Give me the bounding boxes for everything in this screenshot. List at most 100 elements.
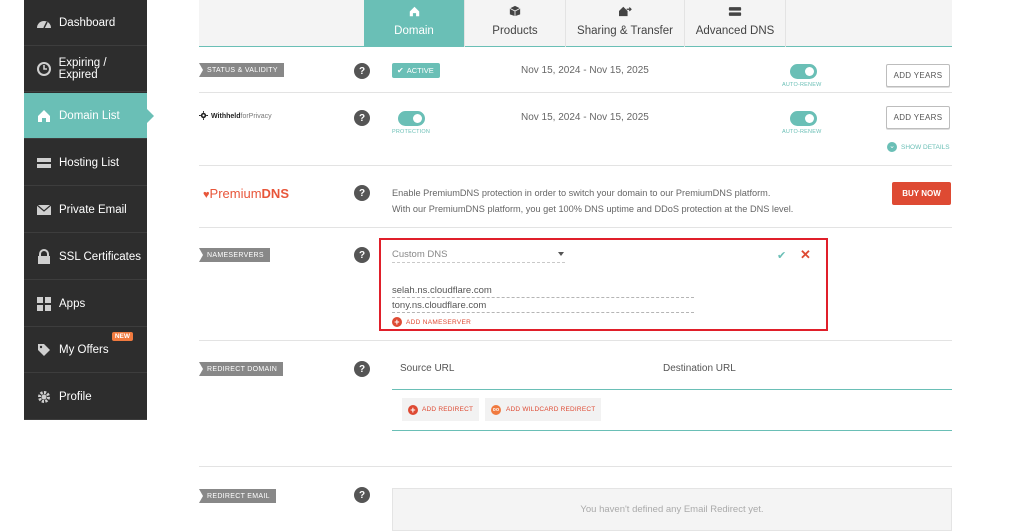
dns-type-select[interactable]: Custom DNS [392, 249, 565, 263]
auto-renew-toggle[interactable] [790, 64, 817, 79]
sidebar-item-dashboard[interactable]: Dashboard [24, 0, 147, 46]
divider [199, 165, 952, 166]
chevron-down-icon: ⌄ [887, 142, 897, 152]
add-years-button[interactable]: ADD YEARS [886, 106, 950, 129]
tab-label: Advanced DNS [695, 25, 775, 37]
add-redirect-button[interactable]: + ADD REDIRECT [402, 398, 480, 421]
validity-dates: Nov 15, 2024 - Nov 15, 2025 [521, 65, 649, 76]
toggle-knob [805, 114, 814, 123]
tab-sharing-transfer[interactable]: Sharing & Transfer [566, 0, 685, 47]
add-wildcard-label: ADD WILDCARD REDIRECT [506, 406, 596, 413]
caret-down-icon [558, 252, 564, 256]
sidebar-item-my-offers[interactable]: My Offers NEW [24, 327, 147, 373]
add-nameserver-button[interactable]: + ADD NAMESERVER [392, 317, 471, 327]
dns-type-value: Custom DNS [392, 249, 448, 260]
toggle-knob [413, 114, 422, 123]
sidebar-item-label: SSL Certificates [59, 250, 142, 263]
show-details-label: SHOW DETAILS [901, 143, 950, 151]
tab-products[interactable]: Products [465, 0, 566, 47]
sidebar-item-expiring[interactable]: Expiring / Expired [24, 46, 147, 92]
share-transfer-icon [618, 5, 632, 20]
tab-label: Products [492, 25, 538, 37]
header-underline [392, 389, 952, 390]
auto-renew-label: AUTO-RENEW [782, 82, 822, 88]
server-icon [34, 155, 54, 171]
home-icon [34, 108, 54, 124]
dashboard-gauge-icon [34, 15, 54, 31]
status-badge-label: ACTIVE [406, 66, 434, 75]
sidebar-item-profile[interactable]: Profile [24, 374, 147, 420]
help-icon[interactable]: ? [354, 247, 370, 263]
dns-server-icon [728, 6, 742, 20]
confirm-check-icon[interactable]: ✔ [777, 249, 786, 262]
nameserver-input-2[interactable]: tony.ns.cloudflare.com [392, 300, 694, 313]
check-icon: ✔ [397, 66, 404, 75]
status-badge: ✔ ACTIVE [392, 63, 440, 78]
help-icon[interactable]: ? [354, 185, 370, 201]
protection-toggle[interactable] [398, 111, 425, 126]
sidebar-item-hosting-list[interactable]: Hosting List [24, 140, 147, 186]
redirect-email-tag: REDIRECT EMAIL [199, 489, 276, 503]
privacy-dates: Nov 15, 2024 - Nov 15, 2025 [521, 112, 649, 123]
sidebar-item-label: Apps [59, 297, 86, 310]
premiumdns-logo-bold: DNS [261, 186, 289, 201]
sidebar-item-domain-list[interactable]: Domain List [24, 93, 154, 139]
premiumdns-logo-light: Premium [209, 186, 262, 201]
envelope-icon [34, 202, 54, 218]
show-details-link[interactable]: ⌄ SHOW DETAILS [887, 142, 950, 152]
sidebar-item-label: Private Email [59, 203, 127, 216]
lock-icon [34, 248, 54, 265]
help-icon[interactable]: ? [354, 63, 370, 79]
nameserver-input-1[interactable]: selah.ns.cloudflare.com [392, 285, 694, 298]
source-url-header: Source URL [400, 363, 455, 374]
sidebar-item-label: Profile [59, 390, 92, 403]
withheldforprivacy-logo: Withheld forPrivacy [199, 111, 272, 122]
sidebar-item-label: Domain List [59, 109, 120, 122]
auto-renew-label: AUTO-RENEW [782, 129, 822, 135]
auto-renew-toggle[interactable] [790, 111, 817, 126]
premiumdns-logo: ♥PremiumDNS [203, 186, 289, 201]
premiumdns-description: Enable PremiumDNS protection in order to… [392, 185, 842, 217]
tab-label: Domain [394, 25, 434, 37]
footer-underline [392, 430, 952, 431]
help-icon[interactable]: ? [354, 361, 370, 377]
privacy-logo-icon [199, 111, 208, 122]
sidebar-item-label: My Offers [59, 343, 109, 356]
tab-label: Sharing & Transfer [577, 25, 673, 37]
home-icon [409, 6, 420, 20]
premiumdns-line-1: Enable PremiumDNS protection in order to… [392, 188, 771, 198]
new-badge: NEW [111, 332, 133, 341]
wildcard-icon: oo [491, 404, 501, 415]
status-validity-tag: STATUS & VALIDITY [199, 63, 284, 77]
cancel-x-icon[interactable]: ✕ [800, 247, 811, 263]
sidebar-item-private-email[interactable]: Private Email [24, 187, 147, 233]
apps-grid-icon [34, 296, 54, 312]
help-icon[interactable]: ? [354, 487, 370, 503]
divider [199, 92, 952, 93]
redirect-domain-tag: REDIRECT DOMAIN [199, 362, 284, 376]
add-nameserver-label: ADD NAMESERVER [406, 318, 472, 326]
plus-circle-icon: + [408, 404, 418, 415]
email-redirect-empty-state: You haven't defined any Email Redirect y… [392, 488, 952, 531]
sidebar-item-apps[interactable]: Apps [24, 281, 147, 327]
sidebar-item-ssl-certificates[interactable]: SSL Certificates [24, 234, 147, 280]
protection-label: PROTECTION [392, 129, 431, 135]
clock-history-icon [34, 61, 54, 77]
add-redirect-label: ADD REDIRECT [422, 406, 474, 413]
toggle-knob [805, 67, 814, 76]
add-wildcard-redirect-button[interactable]: oo ADD WILDCARD REDIRECT [485, 398, 602, 421]
box-icon [509, 5, 521, 20]
tab-advanced-dns[interactable]: Advanced DNS [685, 0, 786, 47]
help-icon[interactable]: ? [354, 110, 370, 126]
tag-icon [34, 342, 54, 358]
add-years-button[interactable]: ADD YEARS [886, 64, 950, 87]
divider [199, 466, 952, 467]
empty-state-text: You haven't defined any Email Redirect y… [580, 504, 764, 515]
buy-now-button[interactable]: BUY NOW [892, 182, 951, 205]
privacy-logo-light: forPrivacy [240, 113, 272, 120]
tab-domain[interactable]: Domain [364, 0, 465, 47]
premiumdns-line-2: With our PremiumDNS platform, you get 10… [392, 204, 794, 214]
sidebar-nav: Dashboard Expiring / Expired Domain List… [24, 0, 154, 420]
sidebar-item-label: Dashboard [59, 16, 116, 29]
nameservers-tag: NAMESERVERS [199, 248, 270, 262]
